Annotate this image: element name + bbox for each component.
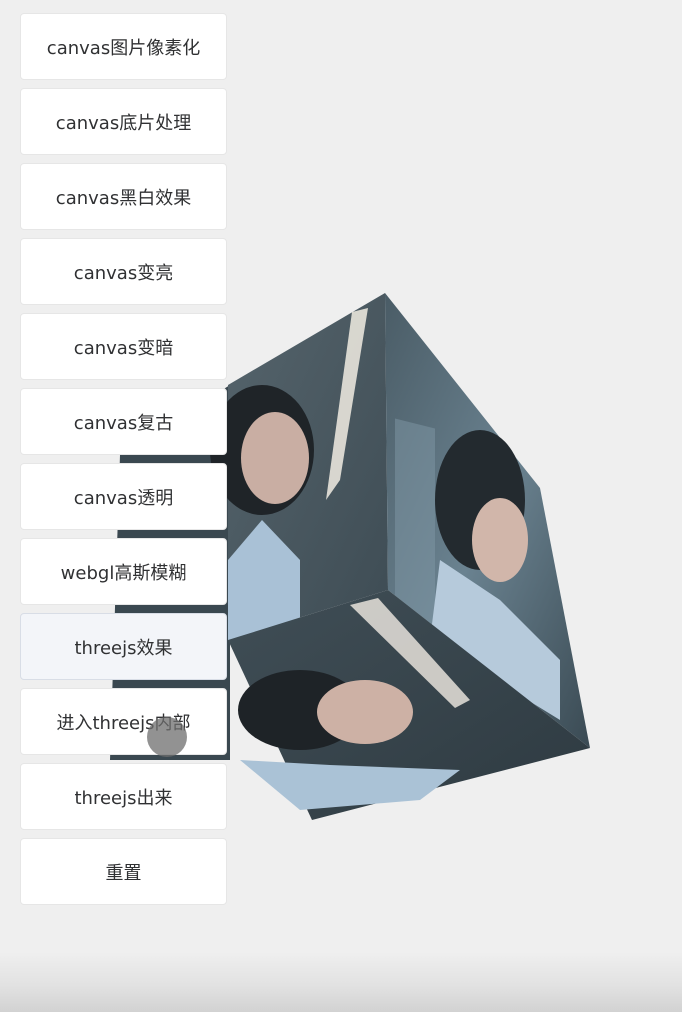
reset-button[interactable]: 重置: [20, 838, 227, 905]
exit-threejs-button[interactable]: threejs出来: [20, 763, 227, 830]
effects-button-list: canvas图片像素化 canvas底片处理 canvas黑白效果 canvas…: [20, 13, 227, 913]
negative-button[interactable]: canvas底片处理: [20, 88, 227, 155]
grayscale-button[interactable]: canvas黑白效果: [20, 163, 227, 230]
portrait-face: [241, 412, 309, 504]
page: canvas图片像素化 canvas底片处理 canvas黑白效果 canvas…: [0, 0, 682, 1012]
gaussian-blur-button[interactable]: webgl高斯模糊: [20, 538, 227, 605]
vintage-button[interactable]: canvas复古: [20, 388, 227, 455]
darken-button[interactable]: canvas变暗: [20, 313, 227, 380]
threejs-effect-button[interactable]: threejs效果: [20, 613, 227, 680]
enter-threejs-button[interactable]: 进入threejs内部: [20, 688, 227, 755]
portrait2-face: [472, 498, 528, 582]
portrait3-face: [317, 680, 413, 744]
bottom-shadow: [0, 952, 682, 1012]
brighten-button[interactable]: canvas变亮: [20, 238, 227, 305]
pixelate-button[interactable]: canvas图片像素化: [20, 13, 227, 80]
transparent-button[interactable]: canvas透明: [20, 463, 227, 530]
